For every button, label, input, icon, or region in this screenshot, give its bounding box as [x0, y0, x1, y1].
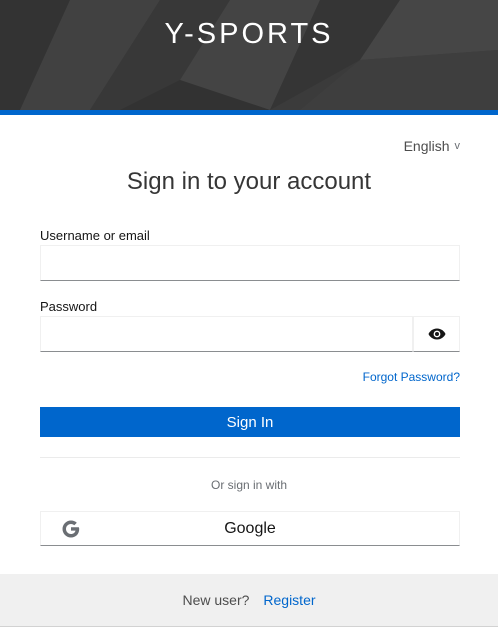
- divider: [40, 457, 460, 458]
- register-link[interactable]: Register: [263, 592, 315, 608]
- social-divider-text: Or sign in with: [210, 478, 288, 492]
- new-user-text: New user?: [182, 592, 250, 608]
- show-password-button[interactable]: [413, 316, 460, 352]
- header-background: [0, 0, 498, 110]
- page-footer: New user? Register: [0, 574, 498, 627]
- page-title: Sign in to your account: [126, 168, 372, 195]
- forgot-password-link[interactable]: Forgot Password?: [363, 370, 460, 384]
- google-button-label: Google: [224, 520, 276, 537]
- username-label: Username or email: [40, 228, 150, 243]
- language-selected-label: English: [403, 138, 450, 154]
- header-accent-bar: [0, 110, 498, 115]
- google-sign-in-button[interactable]: Google: [40, 511, 460, 546]
- password-input[interactable]: [40, 316, 413, 352]
- brand-title: Y-SPORTS: [164, 18, 334, 50]
- sign-in-button[interactable]: Sign In: [40, 407, 460, 437]
- password-label: Password: [40, 299, 98, 314]
- chevron-down-icon: v: [454, 140, 461, 152]
- eye-icon: [428, 328, 445, 340]
- language-selector[interactable]: English v: [404, 138, 460, 154]
- username-input[interactable]: [40, 245, 460, 281]
- page-header: Y-SPORTS: [0, 0, 498, 110]
